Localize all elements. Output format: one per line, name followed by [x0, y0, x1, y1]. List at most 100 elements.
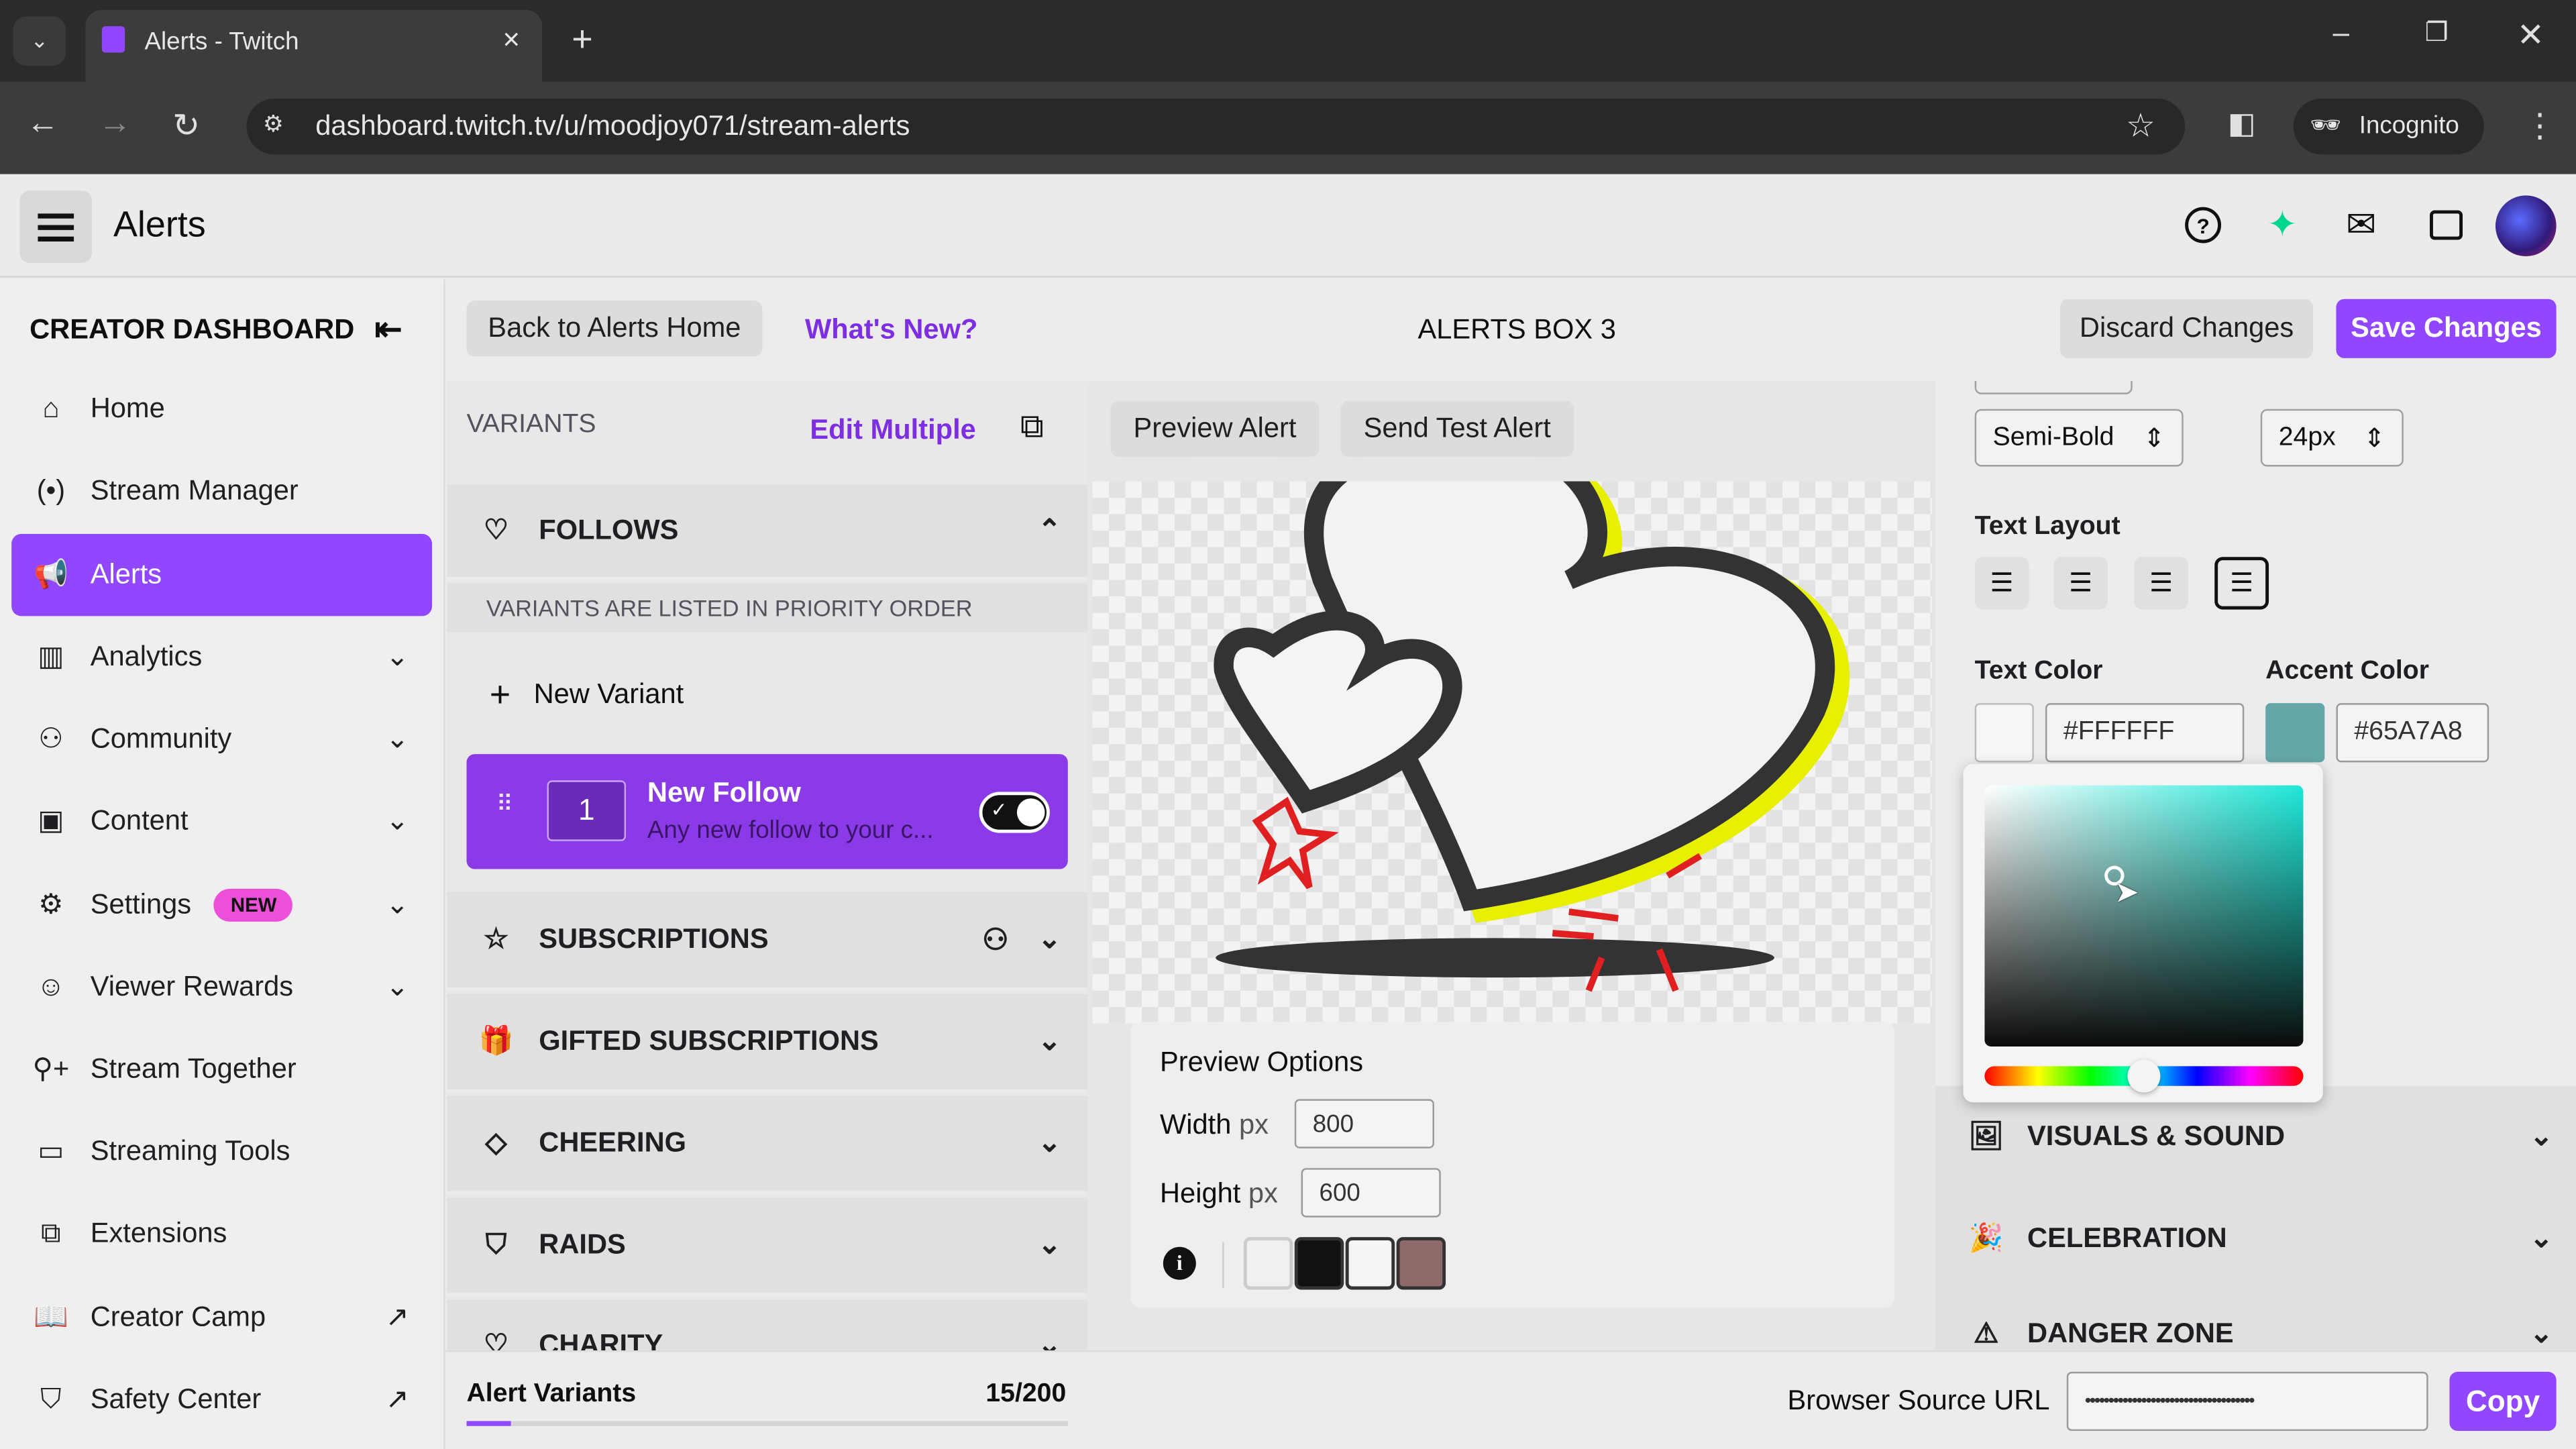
font-size-select[interactable]: 24px ⇕	[2260, 409, 2404, 467]
height-input[interactable]: 600	[1301, 1168, 1441, 1218]
variant-enabled-toggle[interactable]: ✓	[979, 792, 1050, 833]
accent-color-input[interactable]: #65A7A8	[2336, 703, 2489, 763]
alert-variants-label: Alert Variants	[466, 1380, 637, 1408]
charity-section-header[interactable]: ♡ CHARITY ⌄	[447, 1299, 1088, 1351]
browser-tab[interactable]: Alerts - Twitch ×	[85, 9, 543, 83]
gift-icon: 🎁	[478, 1025, 514, 1057]
hue-slider-thumb[interactable]	[2127, 1059, 2161, 1093]
sidebar-item-safety-center[interactable]: ⛉ Safety Center ↗	[11, 1360, 432, 1440]
help-icon[interactable]: ?	[2185, 207, 2222, 244]
sidebar-item-settings[interactable]: ⚙ Settings NEW ⌄	[11, 866, 432, 945]
celebration-section[interactable]: 🎉 CELEBRATION ⌄	[1935, 1187, 2576, 1290]
minimize-icon[interactable]: –	[2333, 16, 2350, 50]
category-label: CHEERING	[539, 1127, 687, 1159]
font-weight-select[interactable]: Semi-Bold ⇕	[1974, 409, 2184, 467]
bookmark-star-icon[interactable]: ☆	[2126, 105, 2155, 146]
info-icon[interactable]: i	[1163, 1246, 1196, 1280]
megaphone-icon: 📢	[33, 558, 68, 590]
menu-button[interactable]	[19, 191, 93, 263]
avatar[interactable]	[2496, 195, 2557, 257]
whispers-icon[interactable]	[2430, 210, 2463, 240]
saturation-value-area[interactable]: ➤	[1984, 785, 2304, 1047]
reload-icon[interactable]: ↻	[172, 105, 200, 146]
url-bar[interactable]: ⚙ dashboard.twitch.tv/u/moodjoy071/strea…	[246, 98, 2186, 155]
font-select-partial[interactable]	[1974, 381, 2133, 394]
text-color-input[interactable]: #FFFFFF	[2045, 703, 2245, 763]
accent-color-swatch[interactable]	[2265, 703, 2325, 763]
incognito-icon: 🕶	[2310, 111, 2341, 140]
add-copy-icon[interactable]: ⧉	[1020, 409, 1044, 447]
sidebar-item-analytics[interactable]: ▥ Analytics ⌄	[11, 618, 432, 697]
chevron-down-icon: ⌄	[385, 888, 409, 920]
back-icon[interactable]: ←	[26, 105, 59, 143]
section-label: CELEBRATION	[2027, 1222, 2227, 1254]
edit-multiple-link[interactable]: Edit Multiple	[810, 414, 975, 447]
back-to-alerts-home-button[interactable]: Back to Alerts Home	[466, 301, 763, 357]
sidebar-item-creator-camp[interactable]: 📖 Creator Camp ↗	[11, 1278, 432, 1357]
inbox-icon[interactable]: ✉	[2346, 204, 2376, 247]
drag-handle-icon[interactable]: ⠿	[496, 790, 513, 818]
restore-icon[interactable]: ❐	[2425, 16, 2449, 49]
new-tab-icon[interactable]: +	[572, 18, 592, 61]
sidebar-item-extensions[interactable]: ⧉ Extensions	[11, 1194, 432, 1273]
tab-close-icon[interactable]: ×	[502, 23, 520, 57]
align-justify-button[interactable]: ☰	[2214, 557, 2269, 610]
gifted-subscriptions-section-header[interactable]: 🎁 GIFTED SUBSCRIPTIONS ⌄	[447, 994, 1088, 1093]
sidebar-item-streaming-tools[interactable]: ▭ Streaming Tools	[11, 1112, 432, 1191]
star-icon: ☆	[483, 923, 509, 955]
side-panel-icon[interactable]: ◧	[2228, 107, 2256, 141]
sidebar-item-community[interactable]: ⚇ Community ⌄	[11, 700, 432, 779]
sidebar-item-stream-together[interactable]: ⚲+ Stream Together	[11, 1030, 432, 1110]
copy-button[interactable]: Copy	[2449, 1371, 2557, 1432]
forward-icon[interactable]: →	[99, 105, 131, 143]
subscriptions-section-header[interactable]: ☆ SUBSCRIPTIONS ⚇ ⌄	[447, 892, 1088, 991]
sidebar-item-label: Safety Center	[90, 1383, 262, 1415]
sidebar-item-stream-manager[interactable]: (•) Stream Manager	[11, 451, 432, 531]
collapse-sidebar-icon[interactable]: ⇤	[374, 309, 402, 350]
align-justify-icon: ☰	[2230, 570, 2254, 598]
footer-bar: Alert Variants 15/200 Browser Source URL…	[445, 1350, 2576, 1449]
align-right-button[interactable]: ☰	[2134, 557, 2189, 610]
tab-search-icon[interactable]: ⌄	[13, 16, 66, 66]
width-input[interactable]: 800	[1294, 1099, 1434, 1148]
text-color-swatch[interactable]	[1974, 703, 2034, 763]
variant-card-new-follow[interactable]: ⠿ 1 New Follow Any new follow to your c.…	[466, 754, 1068, 869]
sidebar-item-label: Content	[90, 805, 189, 837]
browser-source-url-input[interactable]: ••••••••••••••••••••••••••••••••••••	[2066, 1371, 2428, 1432]
send-test-alert-button[interactable]: Send Test Alert	[1340, 400, 1574, 457]
subscriber-icon: ⚇	[982, 922, 1009, 956]
discard-changes-button[interactable]: Discard Changes	[2060, 299, 2314, 358]
sidebar-item-content[interactable]: ▣ Content ⌄	[11, 782, 432, 861]
new-variant-button[interactable]: + New Variant	[490, 674, 684, 716]
danger-zone-section[interactable]: ⚠ DANGER ZONE ⌄	[1935, 1289, 2576, 1351]
bg-swatch-mauve[interactable]	[1396, 1237, 1446, 1290]
whats-new-link[interactable]: What's New?	[805, 314, 977, 347]
chevron-down-icon: ⌄	[385, 641, 409, 672]
hue-slider[interactable]	[1984, 1059, 2304, 1093]
preview-options-panel: Preview Options Width px 800 Height px 6…	[1130, 1022, 1894, 1308]
raids-section-header[interactable]: ⛉ RAIDS ⌄	[447, 1197, 1088, 1297]
incognito-indicator[interactable]: 🕶 Incognito	[2293, 98, 2484, 155]
bg-swatch-black[interactable]	[1294, 1237, 1344, 1290]
follows-section-header[interactable]: ♡ FOLLOWS ⌃	[447, 484, 1088, 580]
bg-swatch-white[interactable]	[1345, 1237, 1395, 1290]
sidebar-item-home[interactable]: ⌂ Home	[11, 370, 432, 449]
sparkle-icon[interactable]: ✦	[2267, 204, 2298, 247]
save-changes-button[interactable]: Save Changes	[2336, 299, 2557, 358]
site-settings-icon[interactable]: ⚙	[263, 110, 284, 138]
align-center-button[interactable]: ☰	[2053, 557, 2108, 610]
sidebar-item-alerts[interactable]: 📢 Alerts	[11, 533, 433, 616]
align-left-button[interactable]: ☰	[1974, 557, 2029, 610]
chevron-down-icon: ⌄	[1038, 1127, 1062, 1159]
preview-alert-button[interactable]: Preview Alert	[1110, 400, 1320, 457]
bg-swatch-checker[interactable]	[1243, 1237, 1293, 1290]
alert-preview-canvas	[1092, 481, 1933, 1024]
heart-alert-artwork	[1214, 481, 1850, 992]
sidebar-item-viewer-rewards[interactable]: ☺ Viewer Rewards ⌄	[11, 948, 432, 1027]
chevron-down-icon: ⌄	[1038, 1025, 1062, 1057]
browser-menu-icon[interactable]: ⋮	[2524, 105, 2557, 146]
chevron-down-icon: ⌄	[1038, 1329, 1062, 1351]
party-icon: 🎉	[1968, 1222, 2004, 1254]
window-close-icon[interactable]: ✕	[2517, 15, 2544, 56]
cheering-section-header[interactable]: ◇ CHEERING ⌄	[447, 1095, 1088, 1195]
